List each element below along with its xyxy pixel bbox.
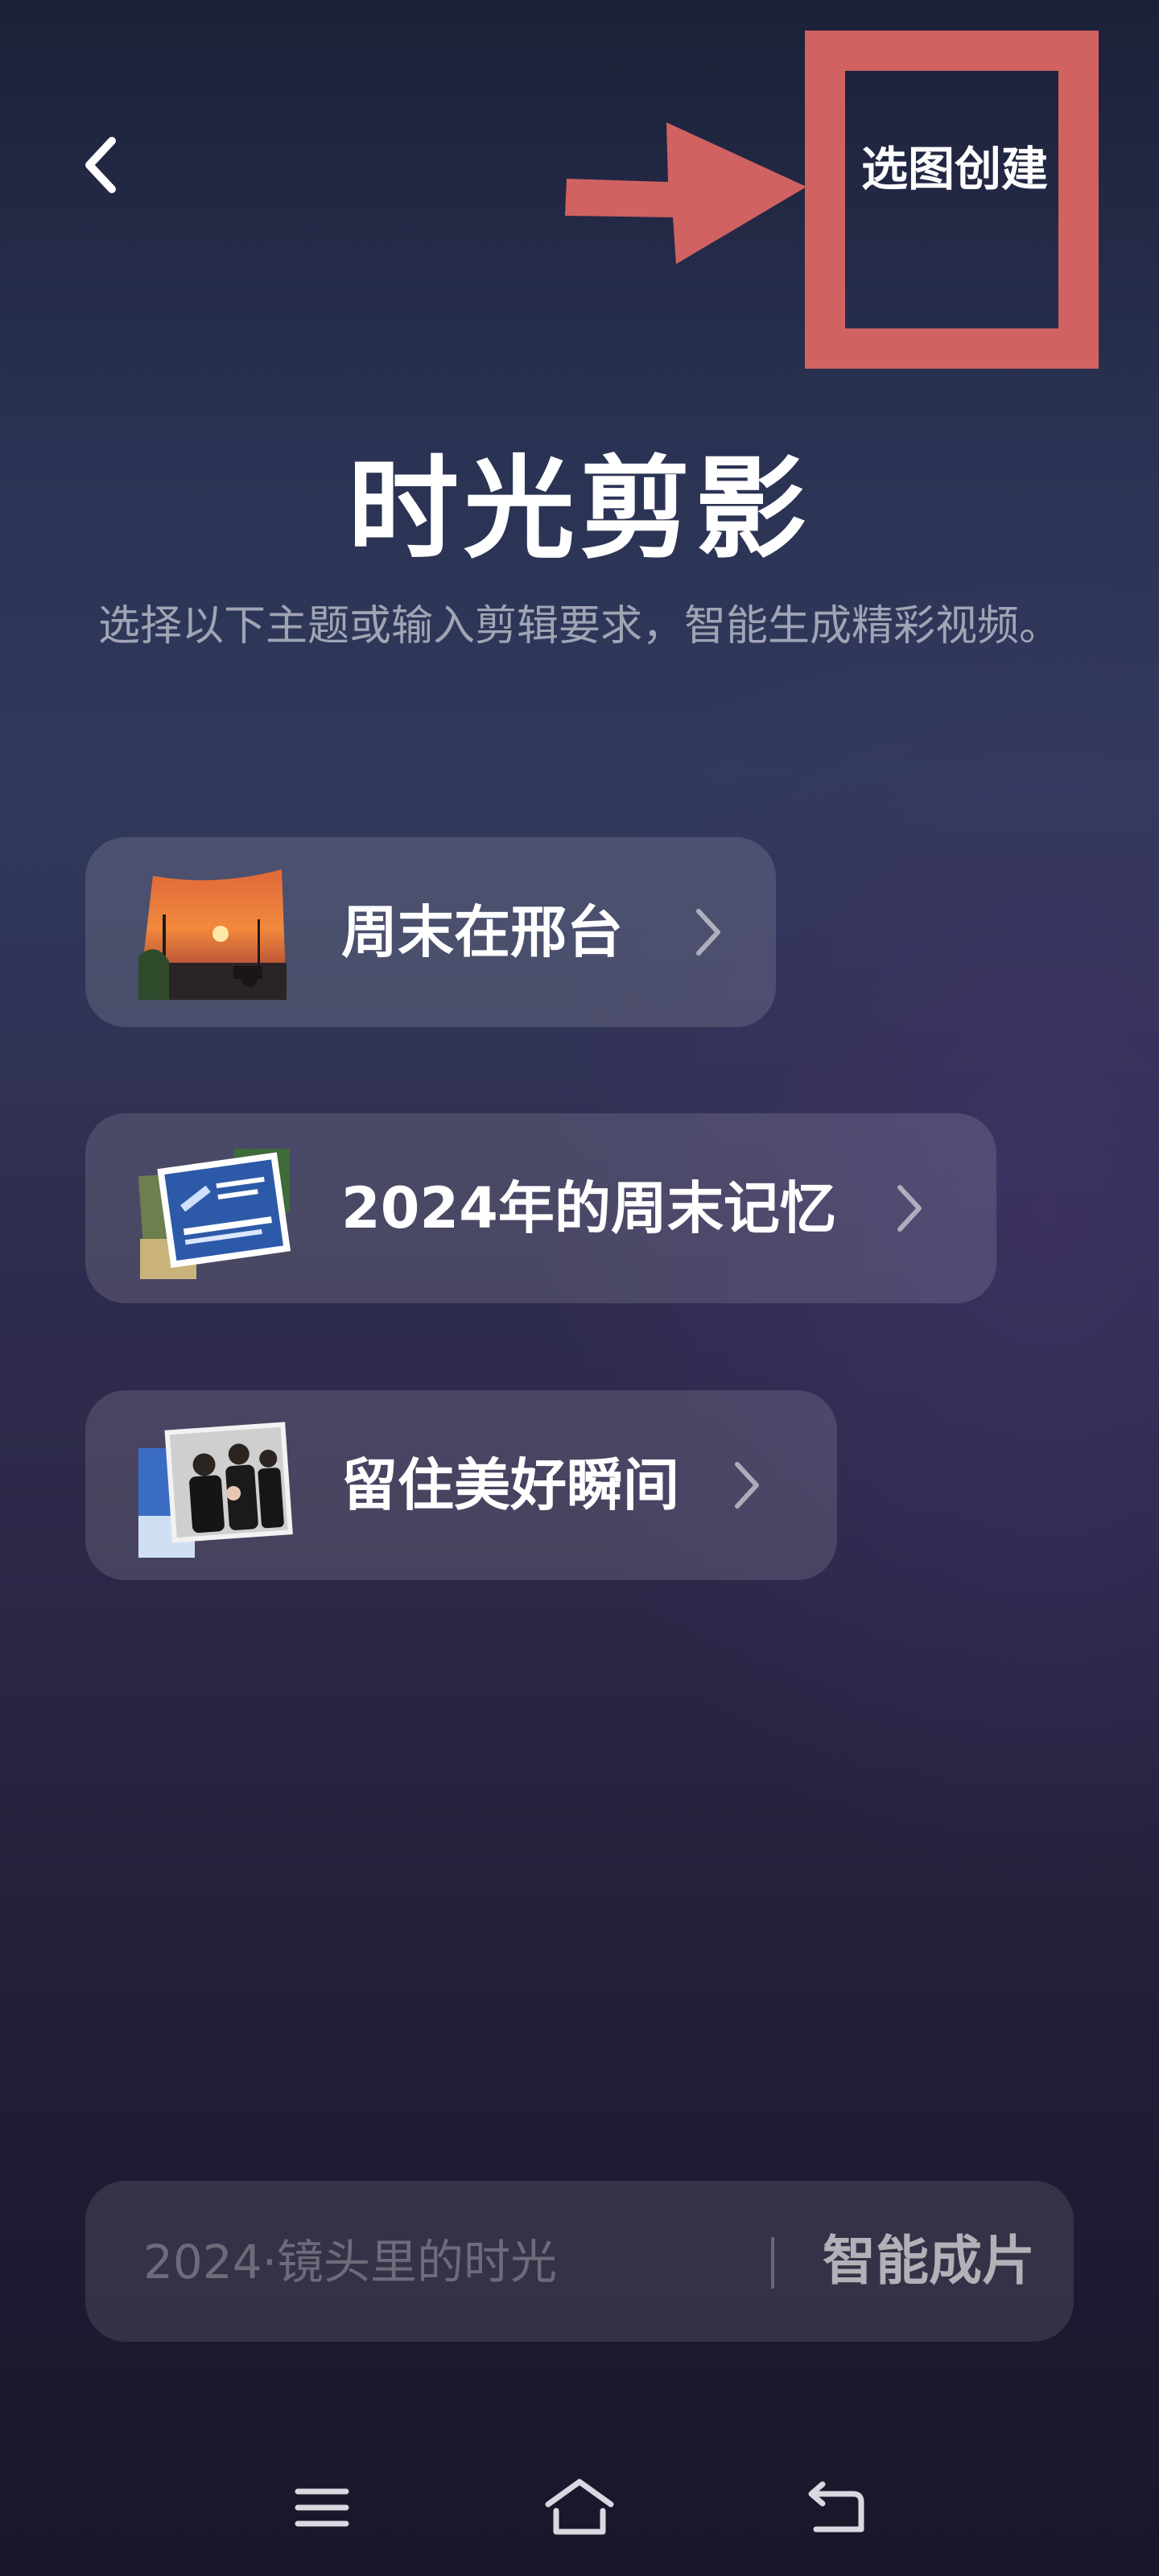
annotation-highlight-box <box>805 31 1099 369</box>
nav-back-button[interactable] <box>793 2471 881 2544</box>
nav-home-button[interactable] <box>535 2471 624 2544</box>
collage-photo-thumbnail <box>138 1149 291 1279</box>
annotation-arrow <box>565 122 806 264</box>
topic-label: 周末在邢台 <box>341 899 623 965</box>
chevron-right-icon <box>696 909 720 956</box>
back-button[interactable] <box>72 129 129 201</box>
chevron-right-icon <box>735 1462 759 1509</box>
prompt-bar: 智能成片 <box>85 2181 1074 2343</box>
chevron-right-icon <box>897 1185 922 1232</box>
sunset-photo-thumbnail <box>138 869 287 1000</box>
chevron-left-icon <box>85 137 116 193</box>
family-photo-thumbnail <box>138 1422 293 1558</box>
back-icon <box>808 2481 864 2533</box>
page-title: 时光剪影 <box>347 444 811 574</box>
topic-label: 2024年的周末记忆 <box>341 1175 836 1241</box>
home-icon <box>545 2479 614 2535</box>
topic-card-weekend-xingtai[interactable]: 周末在邢台 <box>85 837 776 1027</box>
topic-label: 留住美好瞬间 <box>341 1452 679 1518</box>
topic-card-keep-good-moments[interactable]: 留住美好瞬间 <box>85 1390 837 1580</box>
prompt-divider <box>771 2237 774 2289</box>
prompt-input[interactable] <box>142 2181 789 2343</box>
menu-icon <box>295 2488 349 2527</box>
nav-menu-button[interactable] <box>278 2471 366 2544</box>
page-subtitle: 选择以下主题或输入剪辑要求，智能生成精彩视频。 <box>97 602 1061 650</box>
smart-generate-button[interactable]: 智能成片 <box>823 2181 1035 2342</box>
topic-card-2024-weekend-memories[interactable]: 2024年的周末记忆 <box>85 1113 996 1303</box>
